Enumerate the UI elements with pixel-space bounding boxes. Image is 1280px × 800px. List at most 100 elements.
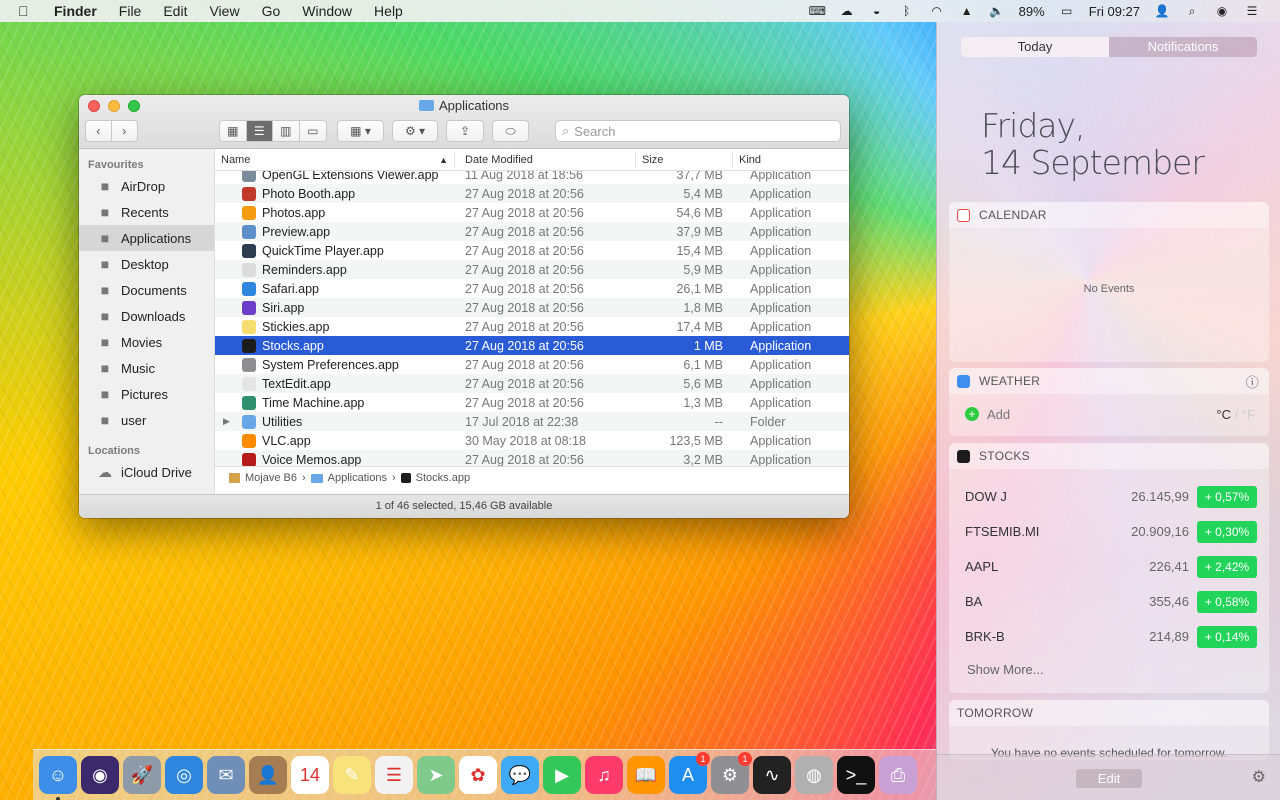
menu-window[interactable]: Window [291, 3, 363, 19]
dock-printer-icon[interactable]: ⎙ [879, 756, 917, 794]
add-icon[interactable]: + [965, 407, 979, 421]
edit-button[interactable]: Edit [1076, 769, 1142, 788]
table-row[interactable]: Photo Booth.app 27 Aug 2018 at 20:56 5,4 M… [215, 184, 849, 203]
dock-ibooks-icon[interactable]: 📖 [627, 756, 665, 794]
sidebar-item-recents[interactable]: ■ Recents [79, 199, 214, 225]
spotlight-search-icon[interactable]: ⌕ [1184, 4, 1200, 18]
column-name[interactable]: Name ▲ [215, 152, 455, 167]
stock-change-badge[interactable]: + 0,14% [1197, 625, 1257, 648]
dock-siri-icon[interactable]: ◉ [81, 756, 119, 794]
dock-disk-utility-icon[interactable]: ◍ [795, 756, 833, 794]
table-row[interactable]: Stickies.app 27 Aug 2018 at 20:56 17,4 MB A… [215, 317, 849, 336]
path-item-applications[interactable]: Applications [328, 472, 387, 484]
dock-maps-icon[interactable]: ➤ [417, 756, 455, 794]
table-row[interactable]: Siri.app 27 Aug 2018 at 20:56 1,8 MB Applic… [215, 298, 849, 317]
dock-mail-icon[interactable]: ✉ [207, 756, 245, 794]
sidebar-item-documents[interactable]: ■ Documents [79, 277, 214, 303]
search-field[interactable]: ⌕ Search [555, 120, 841, 142]
table-row[interactable]: Preview.app 27 Aug 2018 at 20:56 37,9 MB Ap… [215, 222, 849, 241]
table-row[interactable]: System Preferences.app 27 Aug 2018 at 20:… [215, 355, 849, 374]
volume-icon[interactable]: 🔈 [989, 4, 1005, 18]
sidebar-item-pictures[interactable]: ■ Pictures [79, 381, 214, 407]
sidebar-item-movies[interactable]: ■ Movies [79, 329, 214, 355]
tags-button[interactable]: ⬭ [492, 120, 529, 142]
sidebar-item-applications[interactable]: ■ Applications [79, 225, 214, 251]
menu-help[interactable]: Help [363, 3, 414, 19]
dock-contacts-icon[interactable]: 👤 [249, 756, 287, 794]
table-row[interactable]: Photos.app 27 Aug 2018 at 20:56 54,6 MB App… [215, 203, 849, 222]
status-item-icon[interactable]: ◒ [869, 4, 885, 18]
celsius-toggle[interactable]: °C [1216, 407, 1231, 422]
dock-itunes-icon[interactable]: ♫ [585, 756, 623, 794]
menu-view[interactable]: View [198, 3, 250, 19]
keyboard-icon[interactable]: ⌨ [809, 4, 826, 18]
list-view-button[interactable]: ☰ [246, 121, 273, 141]
fahrenheit-toggle[interactable]: °F [1242, 407, 1255, 422]
stock-row[interactable]: AAPL 226,41 + 2,42% [949, 549, 1269, 584]
stock-change-badge[interactable]: + 2,42% [1197, 555, 1257, 578]
stock-row[interactable]: BRK-B 214,89 + 0,14% [949, 619, 1269, 654]
column-date-modified[interactable]: Date Modified [455, 152, 636, 167]
tab-today[interactable]: Today [961, 37, 1109, 57]
menu-file[interactable]: File [108, 3, 153, 19]
column-view-button[interactable]: ▥ [273, 121, 300, 141]
sidebar-item-desktop[interactable]: ■ Desktop [79, 251, 214, 277]
dock-messages-icon[interactable]: 💬 [501, 756, 539, 794]
back-button[interactable]: ‹ [86, 121, 112, 141]
table-row[interactable]: QuickTime Player.app 27 Aug 2018 at 20:56… [215, 241, 849, 260]
sidebar-item-downloads[interactable]: ■ Downloads [79, 303, 214, 329]
sidebar-item-airdrop[interactable]: ■ AirDrop [79, 173, 214, 199]
dock-calendar-icon[interactable]: 14 [291, 756, 329, 794]
path-item-stocks[interactable]: Stocks.app [416, 472, 470, 484]
menubar-clock[interactable]: Fri 09:27 [1089, 4, 1140, 19]
stock-change-badge[interactable]: + 0,30% [1197, 520, 1257, 543]
info-icon[interactable]: ⓘ [1246, 372, 1259, 391]
stock-row[interactable]: DOW J 26.145,99 + 0,57% [949, 479, 1269, 514]
table-row[interactable]: ▶ Utilities 17 Jul 2018 at 22:38 -- Folder [215, 412, 849, 431]
battery-percentage[interactable]: 89% [1019, 4, 1045, 19]
table-row[interactable]: Stocks.app 27 Aug 2018 at 20:56 1 MB Applic… [215, 336, 849, 355]
dock-launchpad-icon[interactable]: 🚀 [123, 756, 161, 794]
dock-terminal-icon[interactable]: >_ [837, 756, 875, 794]
table-row[interactable]: Safari.app 27 Aug 2018 at 20:56 26,1 MB App… [215, 279, 849, 298]
disclosure-triangle-icon[interactable]: ▶ [223, 416, 235, 427]
tab-notifications[interactable]: Notifications [1109, 37, 1257, 57]
dock-safari-icon[interactable]: ◎ [165, 756, 203, 794]
siri-icon[interactable]: ◉ [1214, 4, 1230, 18]
sidebar-item-icloud-drive[interactable]: ☁ iCloud Drive [79, 459, 214, 485]
menu-app-name[interactable]: Finder [40, 3, 108, 19]
stock-change-badge[interactable]: + 0,58% [1197, 590, 1257, 613]
dock-photos-icon[interactable]: ✿ [459, 756, 497, 794]
user-icon[interactable]: 👤 [1154, 4, 1170, 18]
table-row[interactable]: VLC.app 30 May 2018 at 08:18 123,5 MB Appli… [215, 431, 849, 450]
sidebar-item-music[interactable]: ■ Music [79, 355, 214, 381]
gear-icon[interactable]: ⚙ [1252, 767, 1266, 787]
stock-row[interactable]: BA 355,46 + 0,58% [949, 584, 1269, 619]
menu-extra-icon[interactable]: ☁ [839, 4, 855, 18]
dock-system-preferences-icon[interactable]: ⚙ 1 [711, 752, 752, 794]
path-item-volume[interactable]: Mojave B6 [245, 472, 297, 484]
table-row[interactable]: TextEdit.app 27 Aug 2018 at 20:56 5,6 MB Ap… [215, 374, 849, 393]
menu-edit[interactable]: Edit [152, 3, 198, 19]
show-more-link[interactable]: Show More... [949, 654, 1269, 685]
stock-row[interactable]: FTSEMIB.MI 20.909,16 + 0,30% [949, 514, 1269, 549]
table-row[interactable]: Voice Memos.app 27 Aug 2018 at 20:56 3,2 M… [215, 450, 849, 466]
dock-facetime-icon[interactable]: ▶ [543, 756, 581, 794]
apple-menu-icon[interactable]:  [18, 3, 40, 19]
table-row[interactable]: Time Machine.app 27 Aug 2018 at 20:56 1,3 … [215, 393, 849, 412]
column-size[interactable]: Size [636, 152, 733, 167]
share-button[interactable]: ⇪ [446, 120, 484, 142]
gallery-view-button[interactable]: ▭ [300, 121, 326, 141]
group-by-button[interactable]: ▦ ▾ [337, 120, 384, 142]
notification-center-icon[interactable]: ☰ [1244, 4, 1260, 18]
dock-finder-icon[interactable]: ☺ [39, 756, 77, 800]
table-row[interactable]: OpenGL Extensions Viewer.app 11 Aug 2018 … [215, 171, 849, 184]
battery-icon[interactable]: ▭ [1059, 4, 1075, 18]
dock-reminders-icon[interactable]: ☰ [375, 756, 413, 794]
icon-view-button[interactable]: ▦ [220, 121, 247, 141]
column-kind[interactable]: Kind [733, 153, 849, 167]
sidebar-item-user[interactable]: ■ user [79, 407, 214, 433]
wifi-icon[interactable]: ◠ [929, 4, 945, 18]
dock-notes-icon[interactable]: ✎ [333, 756, 371, 794]
menu-go[interactable]: Go [251, 3, 292, 19]
